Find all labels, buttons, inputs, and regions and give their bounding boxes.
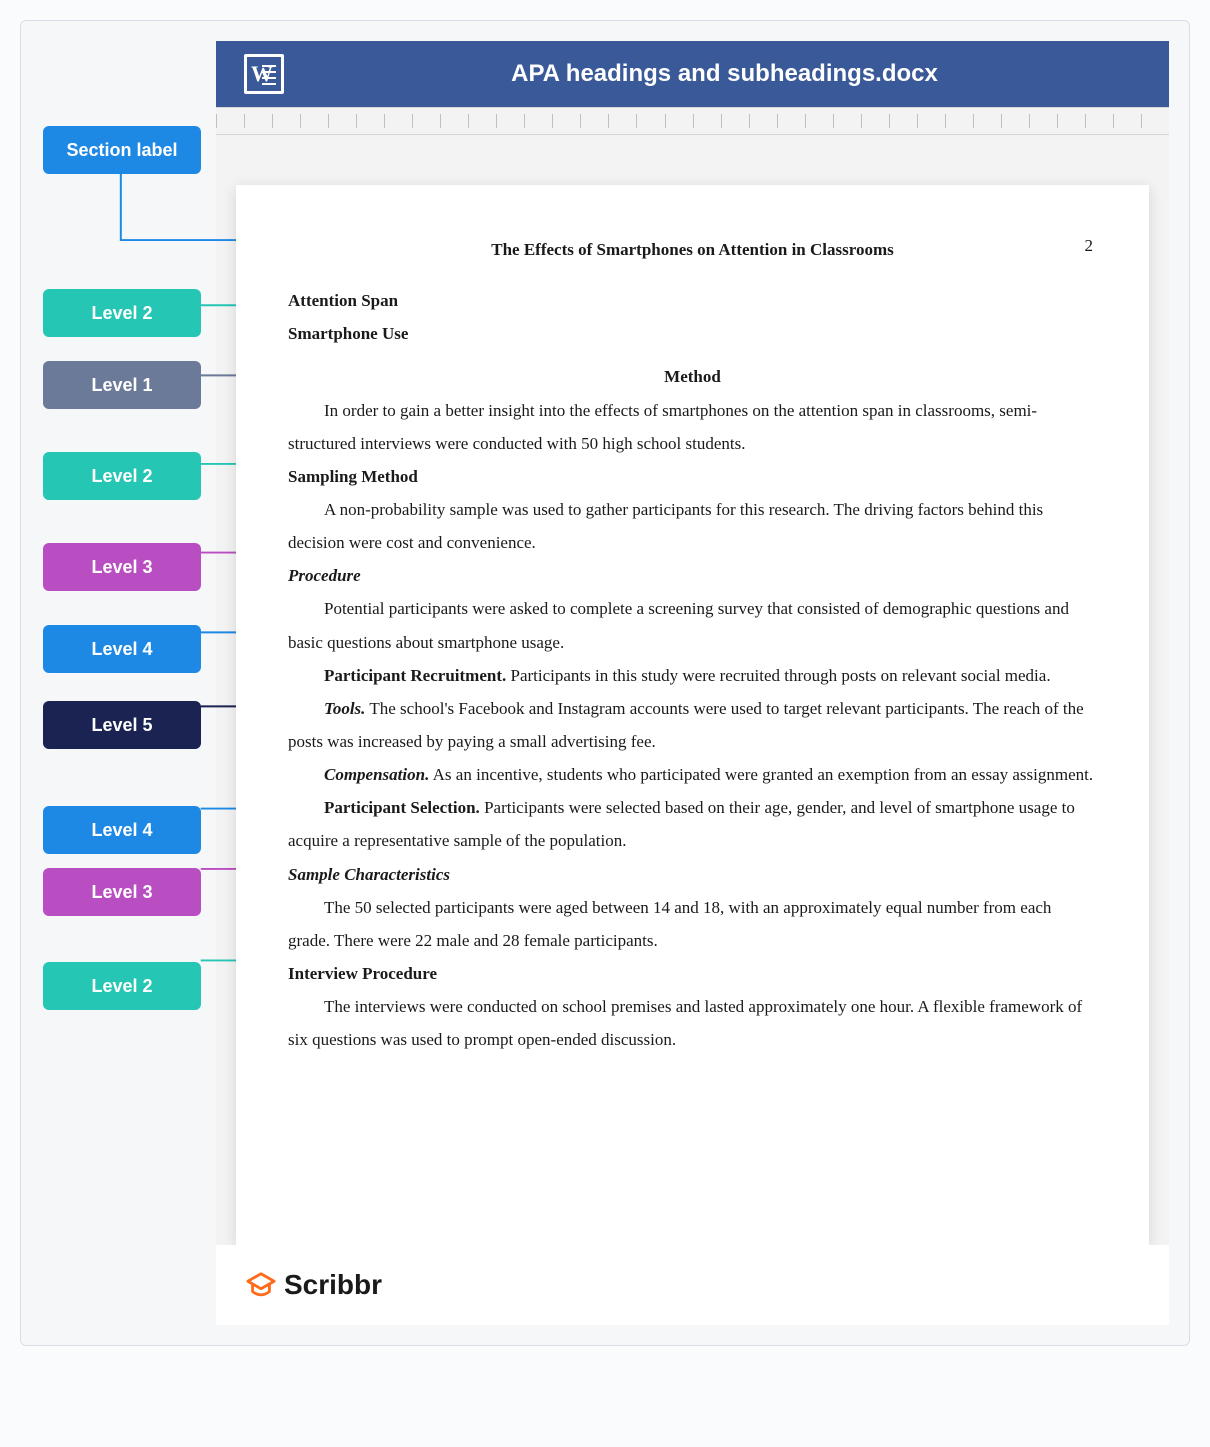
scribbr-logo: Scribbr	[246, 1269, 382, 1301]
paragraph-tools: The school's Facebook and Instagram acco…	[288, 699, 1084, 751]
page: 2 The Effects of Smartphones on Attentio…	[236, 185, 1149, 1245]
heading-procedure: Procedure	[288, 559, 1097, 592]
paragraph-method: In order to gain a better insight into t…	[288, 394, 1097, 460]
paragraph-compensation: As an incentive, students who participat…	[433, 765, 1093, 784]
paragraph-recruitment: Participants in this study were recruite…	[510, 666, 1050, 685]
heading-participant-recruitment: Participant Recruitment.	[288, 666, 506, 685]
heading-sample-characteristics: Sample Characteristics	[288, 858, 1097, 891]
label-level-2: Level 2	[43, 289, 201, 337]
label-level-3: Level 3	[43, 543, 201, 591]
label-level-3: Level 3	[43, 868, 201, 916]
heading-sampling-method: Sampling Method	[288, 460, 1097, 493]
label-level-1: Level 1	[43, 361, 201, 409]
document-filename: APA headings and subheadings.docx	[308, 60, 1141, 88]
heading-participant-selection: Participant Selection.	[288, 798, 480, 817]
heading-interview-procedure: Interview Procedure	[288, 957, 1097, 990]
titlebar: APA headings and subheadings.docx	[216, 41, 1169, 107]
page-background: 2 The Effects of Smartphones on Attentio…	[216, 135, 1169, 1245]
paragraph-procedure: Potential participants were asked to com…	[288, 592, 1097, 658]
label-section: Section label	[43, 126, 201, 174]
section-title: The Effects of Smartphones on Attention …	[288, 233, 1097, 266]
graduation-cap-icon	[246, 1270, 276, 1300]
heading-attention-span: Attention Span	[288, 284, 1097, 317]
paragraph-sample-characteristics: The 50 selected participants were aged b…	[288, 891, 1097, 957]
label-level-4: Level 4	[43, 806, 201, 854]
label-level-2: Level 2	[43, 452, 201, 500]
label-level-2: Level 2	[43, 962, 201, 1010]
page-number: 2	[1085, 229, 1094, 262]
paragraph-sampling: A non-probability sample was used to gat…	[288, 493, 1097, 559]
heading-compensation: Compensation.	[288, 765, 429, 784]
diagram-container: Section label Level 2 Level 1 Level 2 Le…	[20, 20, 1190, 1346]
label-level-4: Level 4	[43, 625, 201, 673]
heading-method: Method	[288, 360, 1097, 393]
paragraph-interview-procedure: The interviews were conducted on school …	[288, 990, 1097, 1056]
ruler	[216, 107, 1169, 135]
label-level-5: Level 5	[43, 701, 201, 749]
heading-smartphone-use: Smartphone Use	[288, 317, 1097, 350]
brand-name: Scribbr	[284, 1269, 382, 1301]
document-column: APA headings and subheadings.docx 2 The …	[216, 21, 1189, 1345]
word-icon	[244, 54, 284, 94]
labels-column: Section label Level 2 Level 1 Level 2 Le…	[21, 21, 216, 1345]
footer: Scribbr	[216, 1245, 1169, 1325]
heading-tools: Tools.	[288, 699, 365, 718]
